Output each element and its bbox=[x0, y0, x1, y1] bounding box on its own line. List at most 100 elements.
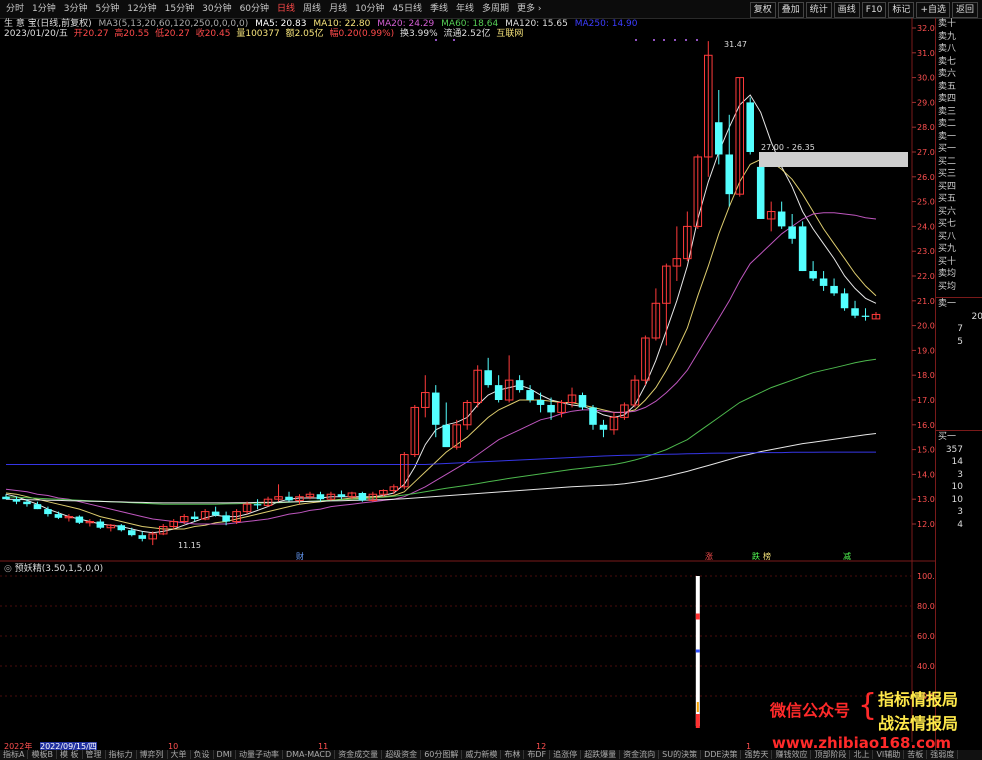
spike-bar-orange-segment bbox=[696, 702, 699, 712]
indicator-tab[interactable]: 指标力 bbox=[105, 750, 137, 759]
watermark-right1: 指标情报局 bbox=[878, 690, 959, 709]
order-row: 卖均 bbox=[936, 268, 982, 281]
candle-down bbox=[725, 154, 734, 195]
buy1-value: 4 bbox=[957, 519, 963, 530]
order-label: 卖七 bbox=[938, 56, 957, 67]
price-tick-label: 31.00 bbox=[917, 49, 935, 58]
candle-down bbox=[117, 525, 126, 531]
price-tick-label: 32.00 bbox=[917, 24, 935, 33]
spike-bar-red-segment bbox=[695, 613, 700, 620]
price-tick-label: 30.00 bbox=[917, 74, 935, 83]
ma250-line bbox=[6, 451, 876, 465]
indicator-tab[interactable]: 资金成交量 bbox=[335, 750, 383, 759]
indicator-tab[interactable]: DMI bbox=[213, 750, 236, 759]
indicator-tab[interactable]: 大单 bbox=[167, 750, 191, 759]
indicator-tab[interactable]: 追涨停 bbox=[550, 750, 582, 759]
indicator-tab[interactable]: 布林 bbox=[501, 750, 525, 759]
order-row: 卖一 bbox=[936, 131, 982, 144]
order-label: 买八 bbox=[938, 231, 957, 242]
order-label: 买三 bbox=[938, 169, 957, 179]
spike-bar-base bbox=[695, 714, 700, 728]
buy1-value: 10 bbox=[951, 482, 963, 492]
candle-down bbox=[840, 293, 849, 309]
candle-down bbox=[756, 166, 765, 219]
order-row: 卖三 bbox=[936, 106, 982, 119]
indicator-tab[interactable]: 动量子动率 bbox=[235, 750, 283, 759]
candle-down bbox=[138, 535, 147, 539]
order-label: 买四 bbox=[938, 181, 957, 192]
price-zone: 27.00 - 26.35 bbox=[759, 143, 908, 167]
indicator-tab[interactable]: 超跌爆量 bbox=[581, 750, 621, 759]
price-tick-label: 17.00 bbox=[917, 396, 935, 405]
indicator-tab[interactable]: 威力新模 bbox=[462, 750, 502, 759]
indicator-tab[interactable]: 超级资金 bbox=[382, 750, 422, 759]
kline-chart[interactable]: 32.00 31.00 30.00 29.00 28.00 27.00 26.00 25.00… bbox=[0, 0, 935, 742]
candle-down bbox=[211, 511, 220, 516]
price-tick-label: 12.00 bbox=[917, 520, 935, 529]
indicator-tab[interactable]: DDE決策 bbox=[701, 750, 742, 759]
price-tick-label: 14.00 bbox=[917, 470, 935, 479]
indicator-tab[interactable]: 强势天 bbox=[741, 750, 773, 759]
candle-down bbox=[547, 404, 555, 413]
event-markers: 财 涨 跌榜 减 bbox=[296, 39, 851, 561]
price-grid bbox=[0, 18, 935, 742]
indicator-icon: ◎ bbox=[4, 564, 12, 574]
candle-down bbox=[798, 226, 807, 272]
candle-down bbox=[96, 521, 105, 528]
watermark-url: www.zhibiao168.com bbox=[772, 734, 952, 752]
candle-down bbox=[253, 504, 262, 506]
order-row: 卖四 bbox=[936, 93, 982, 106]
buy1-value: 14 bbox=[951, 457, 963, 467]
event-marker: 减 bbox=[843, 551, 851, 561]
indicator-tab[interactable]: 布DF bbox=[524, 750, 551, 759]
indicator-tab[interactable]: 博弈列 bbox=[136, 750, 168, 759]
zone-box bbox=[759, 152, 908, 167]
indicator-tab[interactable]: 60分图解 bbox=[421, 750, 463, 759]
candle-down bbox=[578, 395, 587, 408]
indicator-tab[interactable]: 管理 bbox=[82, 750, 106, 759]
candle-down bbox=[599, 424, 608, 430]
indicator-tab[interactable]: 模板B bbox=[28, 750, 57, 759]
sub-indicator-title: ◎ 预妖精(3.50,1,5,0,0) bbox=[4, 563, 103, 575]
order-label: 卖六 bbox=[938, 69, 957, 79]
order-label: 卖均 bbox=[938, 269, 957, 279]
candle-down bbox=[12, 499, 21, 502]
indicator-tab[interactable]: 模 板 bbox=[56, 750, 83, 759]
order-row: 买十 bbox=[936, 256, 982, 269]
zone-label: 27.00 - 26.35 bbox=[761, 143, 815, 152]
candle-down bbox=[23, 501, 31, 505]
candle-down bbox=[316, 494, 325, 500]
order-row: 卖五 bbox=[936, 81, 982, 94]
low-label: 11.15 bbox=[178, 541, 201, 550]
indicator-tab[interactable]: 指标A bbox=[0, 750, 29, 759]
price-tick-label: 27.00 bbox=[917, 148, 935, 157]
candle-down bbox=[285, 496, 293, 501]
signal-dot bbox=[635, 39, 637, 41]
order-row: 买七 bbox=[936, 218, 982, 231]
order-label: 卖二 bbox=[938, 119, 957, 129]
order-row: 卖六 bbox=[936, 68, 982, 81]
order-label: 卖五 bbox=[938, 81, 957, 92]
panel-spacer bbox=[936, 348, 982, 430]
order-label: 卖一 bbox=[938, 131, 957, 142]
tool-button[interactable]: 返回 bbox=[951, 2, 978, 18]
order-label: 卖九 bbox=[938, 31, 957, 42]
ma10-line bbox=[5, 158, 877, 530]
candle-down bbox=[190, 516, 199, 520]
price-tick-label: 28.00 bbox=[917, 123, 935, 132]
candle-down bbox=[589, 407, 597, 425]
price-tick-label: 22.00 bbox=[917, 272, 935, 281]
candle-down bbox=[526, 390, 534, 400]
indicator-tab[interactable]: 资金流向 bbox=[620, 750, 660, 759]
candle-down bbox=[830, 285, 838, 294]
indicator-tab[interactable]: DMA-MACD bbox=[282, 750, 336, 759]
order-label: 买均 bbox=[938, 281, 957, 292]
signal-dot bbox=[663, 39, 665, 41]
signal-dot bbox=[453, 39, 455, 41]
price-tick-label: 26.00 bbox=[917, 173, 935, 182]
indicator-tab[interactable]: SU的決策 bbox=[659, 750, 702, 759]
order-row: 买八 bbox=[936, 231, 982, 244]
indicator-tab[interactable]: 负设 bbox=[190, 750, 214, 759]
order-label: 卖三 bbox=[938, 106, 957, 117]
order-row: 卖九 bbox=[936, 31, 982, 44]
